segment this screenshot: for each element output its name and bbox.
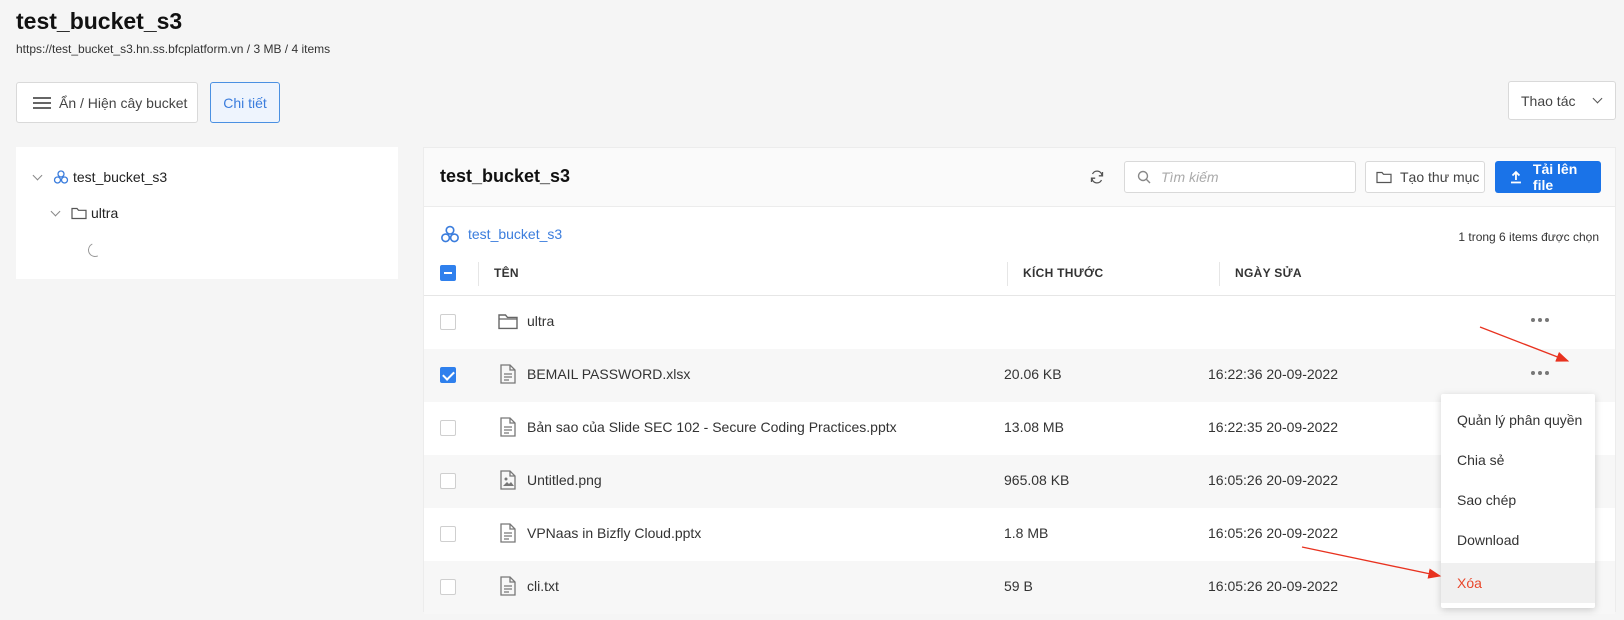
menu-icon	[33, 96, 51, 109]
file-name[interactable]: ultra	[527, 313, 554, 329]
file-modified-date: 16:05:26 20-09-2022	[1208, 578, 1338, 594]
column-size[interactable]: KÍCH THƯỚC	[1023, 266, 1104, 280]
more-options-icon[interactable]	[1531, 371, 1549, 375]
file-size: 965.08 KB	[1004, 472, 1070, 488]
breadcrumb[interactable]: test_bucket_s3	[440, 224, 562, 244]
table-row[interactable]: Bản sao của Slide SEC 102 - Secure Codin…	[424, 402, 1615, 455]
bucket-title: test_bucket_s3	[440, 166, 571, 186]
column-date[interactable]: NGÀY SỬA	[1235, 266, 1302, 280]
toggle-tree-button[interactable]: Ẩn / Hiện cây bucket	[16, 82, 198, 123]
page-subtitle: https://test_bucket_s3.hn.ss.bfcplatform…	[16, 42, 331, 56]
folder-icon	[498, 314, 518, 330]
file-size: 59 B	[1004, 578, 1033, 594]
upload-file-label: Tải lên file	[1532, 161, 1578, 193]
image-file-icon	[500, 470, 516, 490]
file-size: 20.06 KB	[1004, 366, 1062, 382]
column-name[interactable]: TÊN	[494, 266, 519, 280]
actions-dropdown[interactable]: Thao tác	[1508, 81, 1616, 120]
file-browser-header: test_bucket_s3 Tạo thư mục Tải	[424, 148, 1615, 207]
detail-button[interactable]: Chi tiết	[210, 82, 280, 123]
table-row[interactable]: ultra	[424, 296, 1615, 349]
actions-label: Thao tác	[1521, 92, 1576, 109]
file-name[interactable]: VPNaas in Bizfly Cloud.pptx	[527, 525, 701, 541]
create-folder-label: Tạo thư mục	[1400, 169, 1480, 185]
file-icon	[500, 364, 516, 384]
file-icon	[500, 523, 516, 543]
tree-node-root[interactable]: test_bucket_s3	[32, 169, 168, 185]
bucket-icon	[53, 170, 69, 184]
table-header: TÊN KÍCH THƯỚC NGÀY SỬA	[424, 252, 1615, 296]
table-row[interactable]: BEMAIL PASSWORD.xlsx 20.06 KB 16:22:36 20-…	[424, 349, 1615, 402]
bucket-icon	[441, 225, 459, 243]
file-icon	[500, 576, 516, 596]
row-checkbox[interactable]	[440, 579, 456, 595]
chevron-down-icon[interactable]	[32, 170, 43, 180]
menu-item-permissions[interactable]: Quản lý phân quyền	[1441, 400, 1595, 440]
file-modified-date: 16:22:35 20-09-2022	[1208, 419, 1338, 435]
toggle-tree-label: Ẩn / Hiện cây bucket	[59, 94, 188, 111]
tree-child-label: ultra	[91, 205, 119, 221]
upload-icon	[1510, 170, 1521, 184]
refresh-icon[interactable]	[1089, 169, 1105, 185]
file-browser: test_bucket_s3 Tạo thư mục Tải	[423, 147, 1616, 614]
row-checkbox[interactable]	[440, 314, 456, 330]
chevron-down-icon	[1592, 93, 1603, 104]
menu-item-share[interactable]: Chia sẻ	[1441, 440, 1595, 480]
search-icon	[1137, 170, 1151, 184]
file-name[interactable]: Bản sao của Slide SEC 102 - Secure Codin…	[527, 419, 897, 435]
loading-spinner-icon	[86, 241, 104, 259]
bucket-tree: test_bucket_s3 ultra	[16, 147, 398, 279]
file-size: 1.8 MB	[1004, 525, 1049, 541]
menu-item-download[interactable]: Download	[1441, 520, 1595, 560]
table-row[interactable]: cli.txt 59 B 16:05:26 20-09-2022	[424, 561, 1615, 614]
selection-count: 1 trong 6 items được chọn	[1458, 230, 1599, 244]
file-name[interactable]: Untitled.png	[527, 472, 602, 488]
select-all-checkbox[interactable]	[440, 265, 456, 281]
file-modified-date: 16:05:26 20-09-2022	[1208, 525, 1338, 541]
chevron-down-icon[interactable]	[50, 206, 61, 216]
upload-file-button[interactable]: Tải lên file	[1495, 161, 1601, 193]
row-checkbox[interactable]	[440, 526, 456, 542]
file-name[interactable]: cli.txt	[527, 578, 559, 594]
more-options-icon[interactable]	[1531, 318, 1549, 322]
row-checkbox[interactable]	[440, 473, 456, 489]
menu-item-copy[interactable]: Sao chép	[1441, 480, 1595, 520]
menu-item-delete[interactable]: Xóa	[1441, 563, 1595, 603]
page-title: test_bucket_s3	[16, 8, 183, 34]
row-context-menu: Quản lý phân quyền Chia sẻ Sao chép Down…	[1441, 394, 1595, 608]
tree-node-ultra[interactable]: ultra	[50, 205, 119, 221]
file-name[interactable]: BEMAIL PASSWORD.xlsx	[527, 366, 690, 382]
tree-root-label: test_bucket_s3	[73, 169, 168, 185]
folder-icon	[71, 207, 87, 220]
row-checkbox[interactable]	[440, 367, 456, 383]
table-row[interactable]: Untitled.png 965.08 KB 16:05:26 20-09-2022	[424, 455, 1615, 508]
table-row[interactable]: VPNaas in Bizfly Cloud.pptx 1.8 MB 16:05:2…	[424, 508, 1615, 561]
row-checkbox[interactable]	[440, 420, 456, 436]
file-icon	[500, 417, 516, 437]
file-modified-date: 16:22:36 20-09-2022	[1208, 366, 1338, 382]
create-folder-button[interactable]: Tạo thư mục	[1365, 161, 1485, 193]
breadcrumb-label[interactable]: test_bucket_s3	[468, 226, 562, 242]
folder-icon	[1376, 171, 1392, 184]
search-field[interactable]	[1124, 161, 1356, 193]
file-modified-date: 16:05:26 20-09-2022	[1208, 472, 1338, 488]
file-size: 13.08 MB	[1004, 419, 1064, 435]
search-input[interactable]	[1161, 169, 1341, 185]
